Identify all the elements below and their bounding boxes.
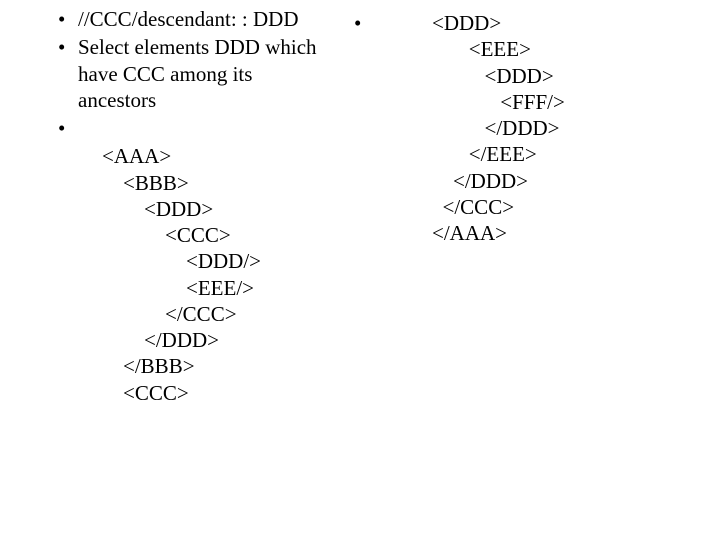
bullet-icon: • (54, 115, 78, 141)
right-bullet-wrap: • <DDD> <EEE> <DDD> <FFF/> </DDD> </EEE>… (350, 10, 690, 246)
bullet-icon: • (350, 10, 422, 36)
bullet-text-description: Select elements DDD which have CCC among… (78, 34, 334, 113)
bullet-item-description: • Select elements DDD which have CCC amo… (54, 34, 334, 113)
right-column: • <DDD> <EEE> <DDD> <FFF/> </DDD> </EEE>… (350, 10, 690, 246)
xml-code-right: <DDD> <EEE> <DDD> <FFF/> </DDD> </EEE> <… (432, 10, 565, 246)
bullet-item-empty: • (54, 115, 334, 141)
xml-code-left: <AAA> <BBB> <DDD> <CCC> <DDD/> <EEE/> </… (102, 143, 334, 406)
left-column: • //CCC/descendant: : DDD • Select eleme… (54, 6, 334, 406)
bullet-text-xpath: //CCC/descendant: : DDD (78, 6, 334, 32)
bullet-icon: • (54, 6, 78, 32)
bullet-item-xpath: • //CCC/descendant: : DDD (54, 6, 334, 32)
bullet-icon: • (54, 34, 78, 60)
